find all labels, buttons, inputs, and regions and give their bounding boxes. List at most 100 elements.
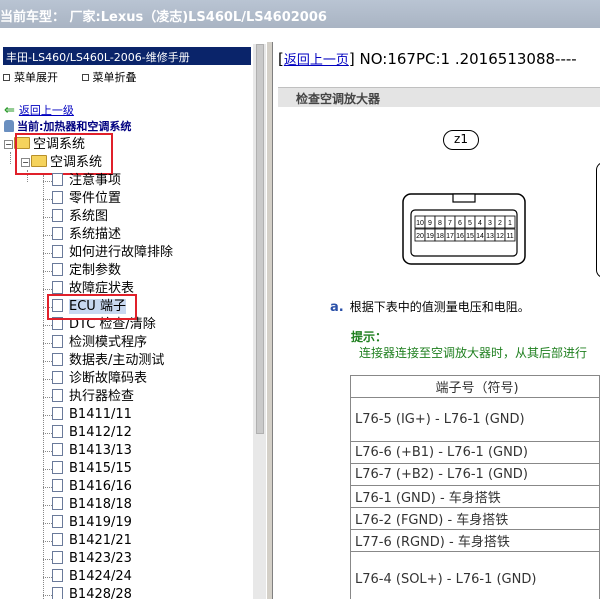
- pin-label: 8: [438, 220, 442, 227]
- tree-item-label: 执行器检查: [69, 389, 135, 404]
- tree-line: [43, 253, 52, 254]
- pin-label: 15: [466, 233, 474, 240]
- tree-item-label: B1416/16: [69, 479, 132, 494]
- tree-item[interactable]: 系统描述: [52, 226, 121, 244]
- table-cell: L77-6 (RGND) - 车身搭铁: [350, 529, 600, 552]
- document-icon: [52, 443, 63, 456]
- tree-item[interactable]: B1423/23: [52, 550, 132, 568]
- step-a: a. 根据下表中的值测量电压和电阻。: [330, 298, 530, 315]
- pin-label: 13: [486, 233, 494, 240]
- document-icon: [52, 389, 63, 402]
- menu-expand-label: 菜单展开: [14, 71, 58, 84]
- tree-line: [43, 397, 52, 398]
- tree-line: [43, 175, 44, 599]
- tree-item[interactable]: B1424/24: [52, 568, 132, 586]
- tree-item[interactable]: B1412/12: [52, 424, 132, 442]
- tree-item-label: B1412/12: [69, 425, 132, 440]
- tree-item-label: 注意事项: [69, 173, 122, 188]
- document-icon: [52, 479, 63, 492]
- tree-item[interactable]: B1418/18: [52, 496, 132, 514]
- table-row: L76-4 (SOL+) - L76-1 (GND): [350, 551, 600, 599]
- back-arrow-icon[interactable]: ⇐: [4, 103, 15, 118]
- pin-label: 17: [446, 233, 454, 240]
- table-row: L76-7 (+B2) - L76-1 (GND): [350, 463, 600, 486]
- document-icon: [52, 335, 63, 348]
- tree-line: [43, 469, 52, 470]
- doc-header: [返回上一页] NO:167PC:1 .2016513088----: [278, 50, 577, 68]
- tree-item[interactable]: 注意事项: [52, 172, 121, 190]
- table-row: L76-6 (+B1) - L76-1 (GND): [350, 441, 600, 464]
- document-icon: [52, 425, 63, 438]
- table-row: L77-6 (RGND) - 车身搭铁: [350, 529, 600, 552]
- pane-divider[interactable]: [266, 42, 273, 599]
- tree-item-label: B1421/21: [69, 533, 132, 548]
- scrollbar-thumb[interactable]: [256, 44, 264, 434]
- back-page-link[interactable]: 返回上一页: [284, 53, 349, 68]
- tree-item-label: 检测模式程序: [69, 335, 148, 350]
- table-cell: L76-1 (GND) - 车身搭铁: [350, 485, 600, 508]
- terminal-table: 端子号（符号) L76-5 (IG+) - L76-1 (GND) L76-6 (…: [350, 375, 600, 599]
- document-icon: [52, 191, 63, 204]
- document-icon: [52, 209, 63, 222]
- tree-line: [43, 235, 52, 236]
- tree-item[interactable]: 诊断故障码表: [52, 370, 147, 388]
- tree-line: [43, 523, 52, 524]
- tree-item-label: B1419/19: [69, 515, 132, 530]
- table-cell: L76-5 (IG+) - L76-1 (GND): [350, 397, 600, 442]
- tree-item[interactable]: B1416/16: [52, 478, 132, 496]
- document-icon: [52, 497, 63, 510]
- tree-item[interactable]: 数据表/主动测试: [52, 352, 164, 370]
- tree-item[interactable]: B1413/13: [52, 442, 132, 460]
- collapse-toggle-icon[interactable]: −: [4, 140, 13, 149]
- highlight-box: [15, 133, 113, 175]
- document-pane: [返回上一页] NO:167PC:1 .2016513088---- 检查空调放…: [273, 42, 600, 599]
- connector-latch: [452, 193, 476, 203]
- tree-item-label: B1411/11: [69, 407, 132, 422]
- document-icon: [52, 407, 63, 420]
- table-cell: L76-4 (SOL+) - L76-1 (GND): [350, 551, 600, 599]
- tree-item[interactable]: B1428/28: [52, 586, 132, 599]
- tree-item[interactable]: 检测模式程序: [52, 334, 147, 352]
- connector-diagram-partial: [596, 162, 600, 278]
- pin-label: 12: [496, 233, 504, 240]
- doc-id: NO:167PC:1 .2016513088----: [359, 50, 577, 68]
- tree-line: [43, 559, 52, 560]
- tree-line: [43, 541, 52, 542]
- manual-header: 丰田-LS460/LS460L-2006-维修手册: [3, 47, 251, 65]
- back-link[interactable]: 返回上一级: [19, 104, 74, 117]
- menu-expand-button[interactable]: 菜单展开: [3, 71, 68, 84]
- tree-item[interactable]: 零件位置: [52, 190, 121, 208]
- document-icon: [52, 245, 63, 258]
- location-icon: [4, 120, 14, 132]
- document-icon: [52, 227, 63, 240]
- tree-item-label: 诊断故障码表: [69, 371, 148, 386]
- tree-item[interactable]: B1411/11: [52, 406, 132, 424]
- document-icon: [52, 461, 63, 474]
- tree-item-label: B1413/13: [69, 443, 132, 458]
- tree-line: [43, 487, 52, 488]
- table-row: L76-1 (GND) - 车身搭铁: [350, 485, 600, 508]
- tree-item[interactable]: 如何进行故障排除: [52, 244, 173, 262]
- table-cell: L76-7 (+B2) - L76-1 (GND): [350, 463, 600, 486]
- document-icon: [52, 371, 63, 384]
- tree-item-label: B1423/23: [69, 551, 132, 566]
- step-letter: a.: [330, 300, 344, 315]
- tree-item-label: 定制参数: [69, 263, 122, 278]
- pin-label: 7: [448, 220, 452, 227]
- collapse-icon: [81, 74, 89, 81]
- menu-collapse-button[interactable]: 菜单折叠: [81, 71, 147, 84]
- document-icon: [52, 515, 63, 528]
- tree-item[interactable]: B1415/15: [52, 460, 132, 478]
- tree-item[interactable]: 定制参数: [52, 262, 121, 280]
- tree-line: [43, 325, 52, 326]
- tree-item[interactable]: 系统图: [52, 208, 108, 226]
- tree-item[interactable]: B1419/19: [52, 514, 132, 532]
- tree-item-label: B1424/24: [69, 569, 132, 584]
- tree-item[interactable]: B1421/21: [52, 532, 132, 550]
- tree-item[interactable]: 执行器检查: [52, 388, 134, 406]
- pin-label: 10: [416, 220, 424, 227]
- pin-label: 4: [478, 220, 482, 227]
- tree-line: [43, 289, 52, 290]
- pin-label: 20: [416, 233, 424, 240]
- connector-diagram: 10 9 8 7 6 5 4 3 2 1 20 19 18 17 16 15 14 13 12 11: [402, 193, 526, 265]
